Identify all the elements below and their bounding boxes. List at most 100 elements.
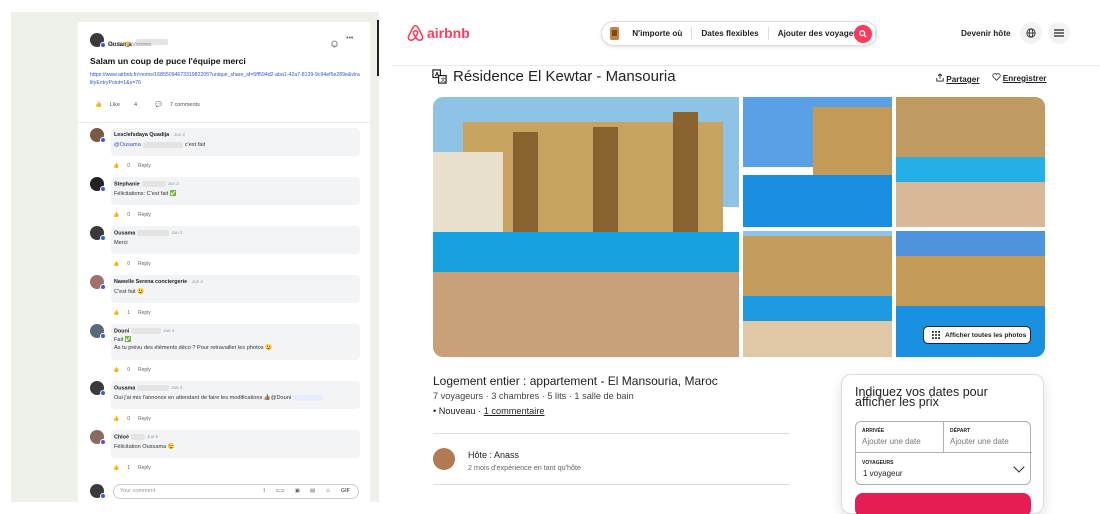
comment-placeholder: Your comment xyxy=(120,488,156,494)
host-name: Hôte : Anass xyxy=(468,450,520,460)
link-icon[interactable]: ⊂⊃ xyxy=(276,488,285,494)
share-button[interactable]: Partager xyxy=(936,73,980,84)
reply-button[interactable]: Reply xyxy=(138,163,151,169)
comment-author[interactable]: Ousama xyxy=(114,385,135,391)
like-label[interactable]: Like xyxy=(110,102,120,108)
share-icon xyxy=(936,73,944,82)
arrival-field[interactable]: ARRIVÉE Ajouter une date xyxy=(856,422,944,453)
comment-like-count: 0 xyxy=(127,367,131,373)
post-date: Jan 2 · xyxy=(108,42,124,48)
comment-author[interactable]: Ousama xyxy=(114,230,135,236)
reviews-link[interactable]: 1 commentaire xyxy=(484,406,545,416)
comment-date: Jun 4 xyxy=(163,328,175,334)
guests-field[interactable]: VOYAGEURS 1 voyageur xyxy=(856,453,1032,486)
avatar[interactable] xyxy=(90,177,106,192)
menu-button[interactable] xyxy=(1048,22,1070,44)
become-host-link[interactable]: Devenir hôte xyxy=(961,29,1011,38)
photo-main[interactable] xyxy=(433,97,739,357)
comment-actions: 👍 0 Reply xyxy=(113,367,151,373)
like-icon[interactable]: 👍 xyxy=(113,261,119,267)
post-title: Salam un coup de puce l'équipe merci xyxy=(90,56,246,66)
avatar[interactable] xyxy=(90,430,106,445)
search-when[interactable]: Dates flexibles xyxy=(692,27,769,40)
avatar[interactable] xyxy=(90,381,106,396)
reply-button[interactable]: Reply xyxy=(138,416,151,422)
menu-icon xyxy=(1054,29,1064,37)
listing-heading: Logement entier : appartement - El Manso… xyxy=(433,374,718,388)
gif-button[interactable]: GIF xyxy=(341,488,350,494)
comment-author[interactable]: Douni xyxy=(114,328,129,334)
language-button[interactable] xyxy=(1020,22,1042,44)
airbnb-logo-icon xyxy=(407,25,424,41)
video-icon[interactable]: ▣ xyxy=(295,488,300,494)
like-icon[interactable]: 👍 xyxy=(113,163,119,169)
like-icon[interactable]: 👍 xyxy=(113,416,119,422)
comment-text: Fait ✅ xyxy=(114,337,132,344)
mention-link[interactable]: @Ousama xyxy=(114,142,141,148)
comment-author[interactable]: Nawelle Serena conciergerie xyxy=(114,279,187,285)
photo-3[interactable] xyxy=(896,97,1045,227)
host-experience: 2 mois d'expérience en tant qu'hôte xyxy=(468,463,582,472)
reply-button[interactable]: Reply xyxy=(138,261,151,267)
bell-icon[interactable] xyxy=(331,35,338,53)
comment-author[interactable]: Stephanie xyxy=(114,181,140,187)
comments-count[interactable]: 7 comments xyxy=(170,102,200,108)
chevron-down-icon xyxy=(1013,461,1025,473)
airbnb-logo[interactable]: airbnb xyxy=(407,24,470,42)
photo-4[interactable] xyxy=(743,231,892,357)
photo-2[interactable] xyxy=(743,97,892,227)
like-icon[interactable]: 👍 xyxy=(113,465,119,471)
like-icon[interactable]: 👍 xyxy=(113,367,119,373)
booking-title: Indiquez vos dates pour afficher les pri… xyxy=(855,385,988,409)
divider xyxy=(78,122,370,123)
comment-like-count: 1 xyxy=(127,310,131,316)
post-category-badge[interactable]: 🏆 Victoires xyxy=(125,42,152,48)
departure-value: Ajouter une date xyxy=(950,437,1009,446)
reply-button[interactable]: Reply xyxy=(138,310,151,316)
comment-input[interactable]: Your comment ⌇ ⊂⊃ ▣ ▤ ☺ GIF xyxy=(113,484,359,499)
like-icon[interactable]: 👍 xyxy=(95,102,102,108)
search-button[interactable] xyxy=(854,25,872,43)
comment-actions: 👍 1 Reply xyxy=(113,465,151,471)
comment-like-count: 0 xyxy=(127,212,131,218)
booking-card: Indiquez vos dates pour afficher les pri… xyxy=(841,374,1044,514)
comment-text: Félicitations: C'est fait ✅ xyxy=(114,191,177,198)
comment-actions: 👍 0 Reply xyxy=(113,212,151,218)
scrollbar[interactable] xyxy=(377,20,379,76)
show-all-photos-button[interactable]: Afficher toutes les photos xyxy=(923,326,1031,344)
avatar[interactable] xyxy=(90,226,106,241)
post-link[interactable]: https://www.airbnb.fr/rooms/168550946733… xyxy=(90,71,360,87)
house-icon xyxy=(610,27,620,40)
departure-field[interactable]: DÉPART Ajouter une date xyxy=(944,422,1032,453)
translate-icon[interactable]: A文 xyxy=(432,69,447,84)
search-where[interactable]: N'importe où xyxy=(623,27,693,40)
check-availability-button[interactable] xyxy=(855,493,1031,514)
comment-actions: 👍 1 Reply xyxy=(113,310,151,316)
svg-text:文: 文 xyxy=(440,76,445,84)
avatar[interactable] xyxy=(90,275,106,290)
comment-actions: 👍 0 Reply xyxy=(113,261,151,267)
avatar[interactable] xyxy=(90,324,106,339)
comment-text: Oui j'ai mis l'annonce en attendant de f… xyxy=(114,395,292,402)
avatar[interactable] xyxy=(90,33,106,48)
comment-icon[interactable]: 💬 xyxy=(155,102,162,108)
screen: Ousama Jan 2 · 🏆 Victoires ••• Salam un … xyxy=(0,0,1100,514)
poll-icon[interactable]: ▤ xyxy=(310,488,315,494)
more-icon[interactable]: ••• xyxy=(346,35,353,42)
comment-text: Félicitation Oussama 😉 xyxy=(114,444,175,451)
reply-button[interactable]: Reply xyxy=(138,212,151,218)
reply-button[interactable]: Reply xyxy=(138,465,151,471)
emoji-icon[interactable]: ☺ xyxy=(325,488,331,494)
search-icon xyxy=(859,30,867,38)
reply-button[interactable]: Reply xyxy=(138,367,151,373)
like-icon[interactable]: 👍 xyxy=(113,310,119,316)
comment-like-count: 1 xyxy=(127,465,131,471)
search-bar[interactable]: N'importe où Dates flexibles Ajouter des… xyxy=(601,21,877,46)
comment-author[interactable]: Chloé xyxy=(114,434,129,440)
host-avatar[interactable] xyxy=(433,448,455,470)
like-icon[interactable]: 👍 xyxy=(113,212,119,218)
save-button[interactable]: Enregistrer xyxy=(991,73,1046,84)
attach-icon[interactable]: ⌇ xyxy=(263,488,266,494)
avatar[interactable] xyxy=(90,128,106,143)
comment-author[interactable]: Lesclefsdaya Quadija xyxy=(114,132,169,138)
